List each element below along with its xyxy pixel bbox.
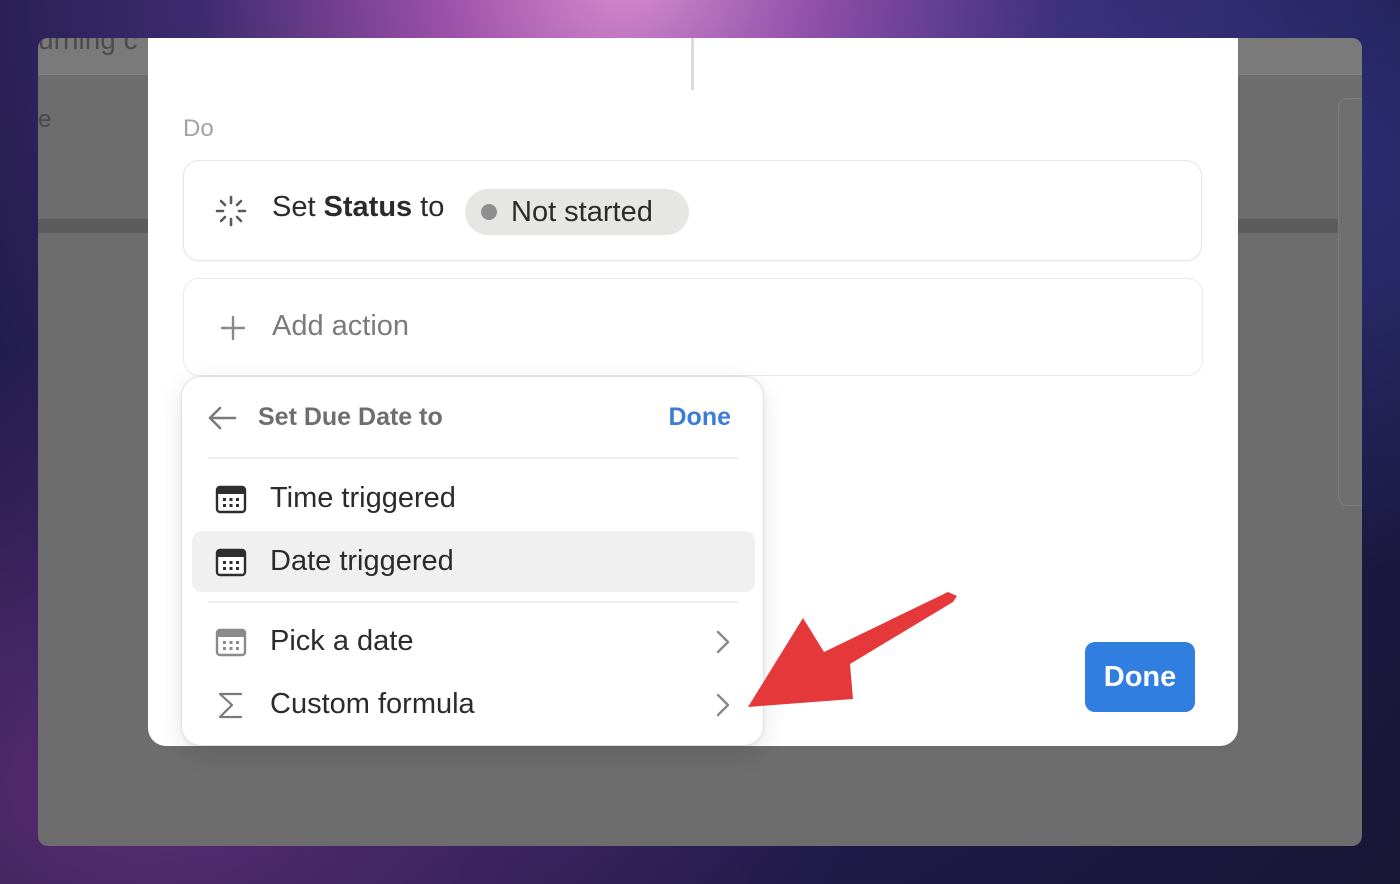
connector-line bbox=[691, 38, 694, 90]
option-time-triggered[interactable]: Time triggered bbox=[192, 468, 755, 529]
set-due-date-popover: Set Due Date to Done Time triggered Date… bbox=[181, 376, 764, 746]
option-custom-formula[interactable]: Custom formula bbox=[192, 674, 755, 735]
option-pick-a-date[interactable]: Pick a date bbox=[192, 611, 755, 672]
back-arrow-icon[interactable] bbox=[206, 403, 238, 433]
sigma-icon bbox=[218, 692, 243, 719]
action-property: Status bbox=[323, 191, 413, 223]
action-card-set-status[interactable]: Set Status to Not started bbox=[183, 160, 1202, 261]
option-date-triggered[interactable]: Date triggered bbox=[192, 531, 755, 592]
background-title-fragment: urning c bbox=[38, 38, 138, 55]
divider bbox=[208, 601, 738, 603]
action-prefix: Set bbox=[272, 191, 316, 223]
status-dot-icon bbox=[481, 204, 497, 220]
chevron-right-icon bbox=[716, 693, 730, 717]
option-label: Pick a date bbox=[270, 625, 414, 657]
chevron-right-icon bbox=[716, 630, 730, 654]
plus-icon bbox=[220, 315, 246, 341]
section-label-do: Do bbox=[183, 115, 214, 142]
divider bbox=[208, 457, 738, 459]
status-value-label: Not started bbox=[511, 195, 653, 228]
background-text-fragment: e bbox=[38, 106, 52, 133]
done-button[interactable]: Done bbox=[1085, 642, 1195, 712]
calendar-icon bbox=[215, 628, 247, 657]
popover-title: Set Due Date to bbox=[258, 403, 443, 431]
option-label: Time triggered bbox=[270, 482, 456, 514]
status-value-pill[interactable]: Not started bbox=[465, 189, 689, 235]
option-label: Date triggered bbox=[270, 545, 454, 577]
background-side-panel bbox=[1338, 98, 1362, 506]
add-action-label: Add action bbox=[272, 310, 410, 342]
calendar-icon bbox=[215, 485, 247, 514]
calendar-icon bbox=[215, 548, 247, 577]
action-description: Set Status to bbox=[272, 191, 444, 224]
popover-done-button[interactable]: Done bbox=[669, 403, 732, 432]
action-suffix: to bbox=[420, 191, 445, 223]
add-action-button[interactable]: Add action bbox=[183, 278, 1203, 376]
status-loading-icon bbox=[215, 195, 247, 227]
option-label: Custom formula bbox=[270, 688, 475, 720]
